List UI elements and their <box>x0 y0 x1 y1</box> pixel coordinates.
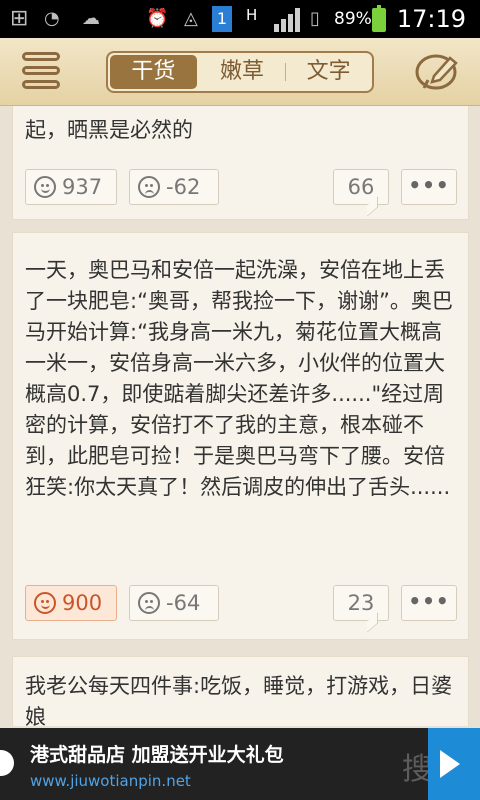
tab-wen-zi[interactable]: 文字 <box>285 53 372 91</box>
like-count: 937 <box>62 175 103 199</box>
add-icon: ⊞ <box>10 6 29 31</box>
dislike-count: -62 <box>166 175 201 199</box>
ad-url[interactable]: www.jiuwotianpin.net <box>30 772 191 790</box>
tab-gan-huo[interactable]: 干货 <box>110 55 197 89</box>
dislike-button[interactable]: -64 <box>129 585 219 621</box>
post-card: 一天，奥巴马和安倍一起洗澡，安倍在地上丢了一块肥皂:“奥哥，帮我捡一下，谢谢”。… <box>12 232 469 640</box>
battery-percent: 89% <box>334 9 372 29</box>
menu-icon[interactable] <box>20 52 64 92</box>
more-button[interactable]: ••• <box>401 169 457 205</box>
like-button[interactable]: 937 <box>25 169 117 205</box>
dislike-button[interactable]: -62 <box>129 169 219 205</box>
ad-banner[interactable]: 港式甜品店 加盟送开业大礼包 www.jiuwotianpin.net 搜豹 <box>0 728 480 800</box>
cloud-icon: ☁ <box>82 8 100 29</box>
like-button[interactable]: 900 <box>25 585 117 621</box>
post-text: 起，晒黑是必然的 <box>25 118 193 142</box>
clock: 17:19 <box>396 5 466 33</box>
notification-icon: ◔ <box>44 8 60 29</box>
status-bar: ⊞ ◔ ☁ ⏰ ◬ 1 H ▯ 89% 17:19 <box>0 0 480 38</box>
post-text: 一天，奥巴马和安倍一起洗澡，安倍在地上丢了一块肥皂:“奥哥，帮我捡一下，谢谢”。… <box>25 258 453 499</box>
comment-button[interactable]: 23 <box>333 585 389 621</box>
network-type: H <box>246 6 258 24</box>
app-header: 干货 嫩草 文字 <box>0 38 480 106</box>
post-text: 我老公每天四件事:吃饭，睡觉，打游戏，日婆娘 <box>25 674 453 726</box>
frown-icon <box>138 176 160 198</box>
more-button[interactable]: ••• <box>401 585 457 621</box>
comment-button[interactable]: 66 <box>333 169 389 205</box>
tab-nen-cao[interactable]: 嫩草 <box>199 53 286 91</box>
post-card: 起，晒黑是必然的 937 -62 66 ••• <box>12 106 469 220</box>
smile-icon <box>34 176 56 198</box>
sim-badge: 1 <box>212 6 232 32</box>
wifi-icon: ◬ <box>184 8 198 29</box>
category-tabs: 干货 嫩草 文字 <box>106 51 374 93</box>
sim-missing-icon: ▯ <box>310 8 320 29</box>
like-count: 900 <box>62 591 103 615</box>
alarm-icon: ⏰ <box>146 8 169 29</box>
battery-charging-icon <box>372 5 386 32</box>
ad-title: 港式甜品店 加盟送开业大礼包 <box>30 744 284 766</box>
smile-icon <box>34 592 56 614</box>
signal-icon <box>274 8 304 32</box>
dislike-count: -64 <box>166 591 201 615</box>
post-feed[interactable]: 起，晒黑是必然的 937 -62 66 ••• 一天，奥巴马和安倍一起洗澡，安倍… <box>0 106 480 726</box>
compose-icon[interactable] <box>414 50 462 94</box>
frown-icon <box>138 592 160 614</box>
ad-close-tab[interactable] <box>0 750 14 776</box>
post-card: 我老公每天四件事:吃饭，睡觉，打游戏，日婆娘 <box>12 656 469 726</box>
ad-arrow-icon[interactable] <box>428 728 480 800</box>
